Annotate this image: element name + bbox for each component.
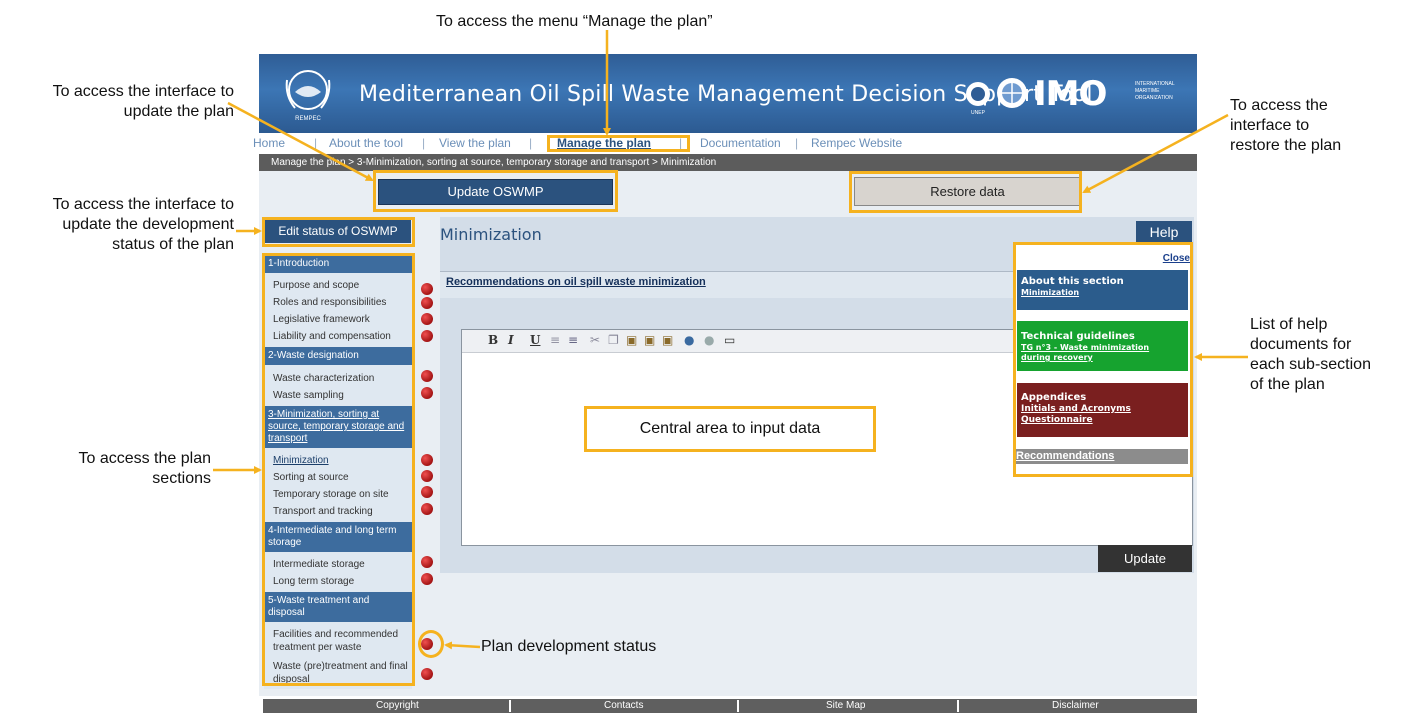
annotation-arrows (213, 30, 1248, 650)
